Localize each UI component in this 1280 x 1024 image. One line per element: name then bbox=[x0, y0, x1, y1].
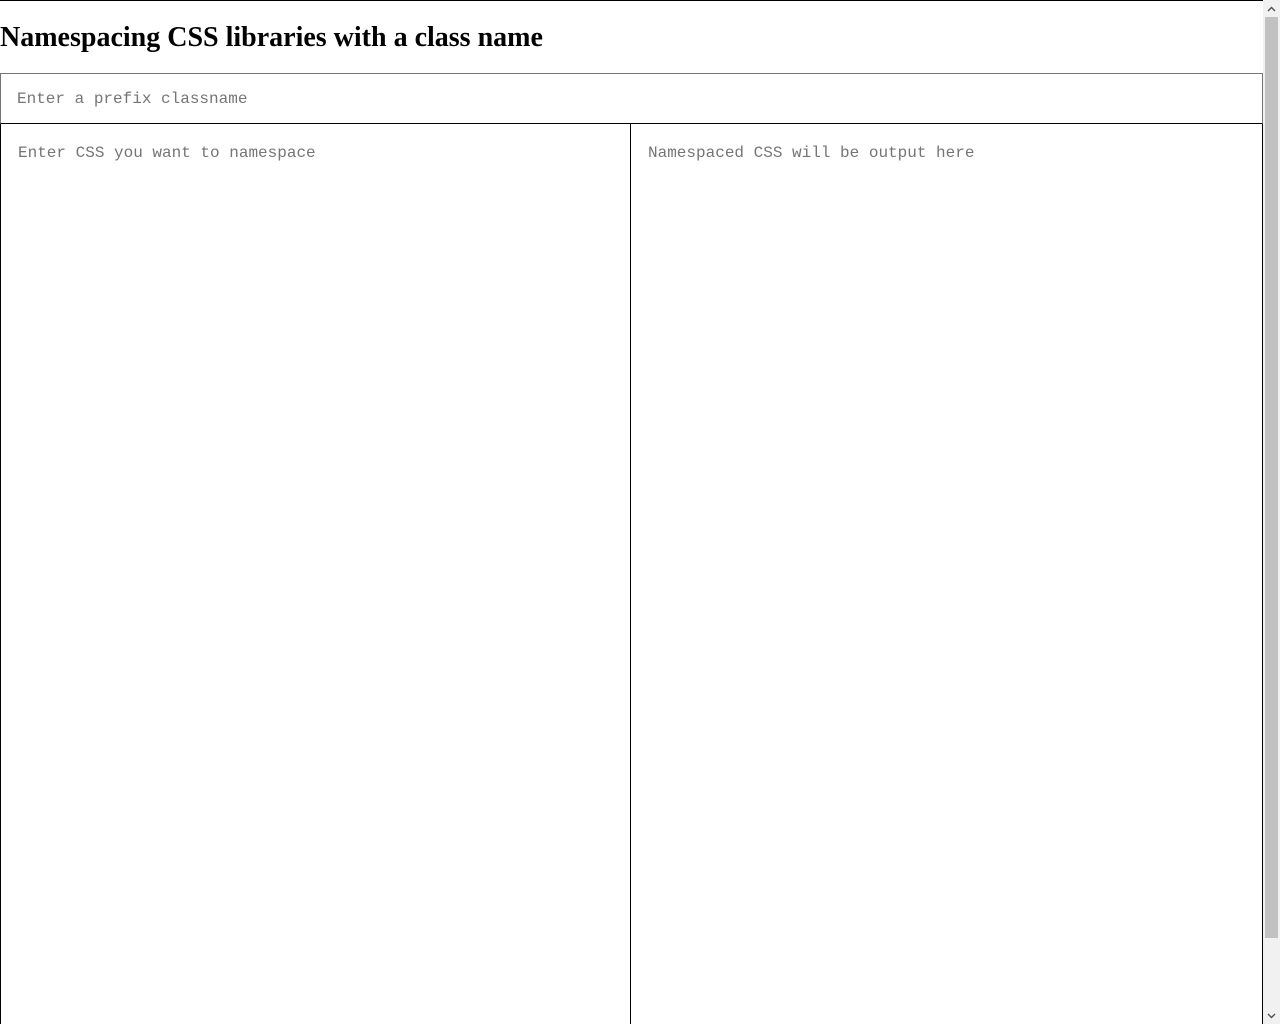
scrollbar-thumb[interactable] bbox=[1265, 17, 1278, 938]
scroll-down-button[interactable] bbox=[1263, 1007, 1280, 1024]
page-title: Namespacing CSS libraries with a class n… bbox=[0, 22, 543, 53]
page-scrollbar[interactable] bbox=[1263, 0, 1280, 1024]
prefix-classname-input[interactable] bbox=[0, 73, 1263, 124]
css-output-textarea[interactable] bbox=[631, 124, 1263, 1024]
css-input-textarea[interactable] bbox=[0, 124, 631, 1024]
chevron-down-icon bbox=[1267, 1013, 1276, 1018]
scroll-up-button[interactable] bbox=[1263, 0, 1280, 17]
top-border bbox=[0, 0, 1263, 1]
chevron-up-icon bbox=[1267, 6, 1276, 11]
